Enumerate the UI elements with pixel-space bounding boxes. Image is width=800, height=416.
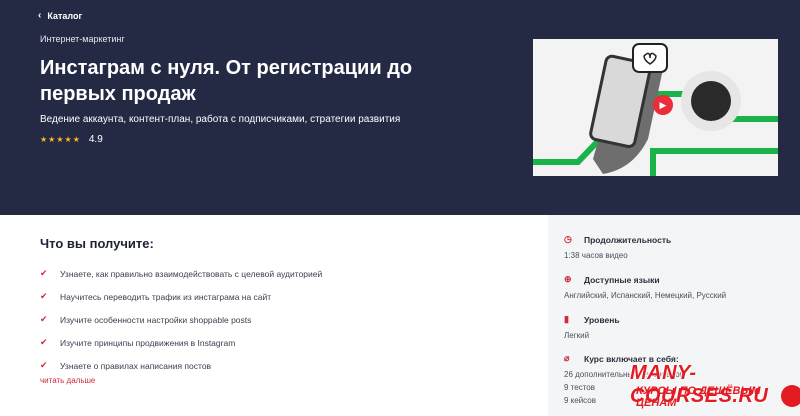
level-value: Легкий bbox=[564, 331, 590, 340]
list-item: ✔ Узнаете о правилах написания постов bbox=[40, 354, 322, 377]
chevron-left-icon: ‹ bbox=[38, 10, 42, 21]
watermark-subtitle: КУРСЫ ПО ДЕШЁВЫМ ЦЕНАМ bbox=[636, 385, 761, 409]
check-icon: ✔ bbox=[40, 314, 48, 324]
check-icon: ✔ bbox=[40, 337, 48, 347]
rating-value: 4.9 bbox=[88, 134, 103, 145]
course-rating: ★★★★★ 4.9 bbox=[40, 134, 103, 145]
list-item-text: Изучите принципы продвижения в Instagram bbox=[60, 337, 236, 348]
course-title: Инстаграм с нуля. От регистрации до перв… bbox=[40, 57, 413, 105]
back-label: Каталог bbox=[47, 10, 83, 21]
duration-label: Продолжительность bbox=[584, 234, 672, 245]
course-subtitle: Ведение аккаунта, контент-план, работа с… bbox=[40, 114, 401, 125]
list-item: ✔ Узнаете, как правильно взаимодействоват… bbox=[40, 262, 322, 285]
paperclip-icon: ⌀ bbox=[564, 353, 570, 363]
list-item-text: Узнаете, как правильно взаимодействовать… bbox=[60, 268, 323, 279]
languages-label: Доступные языки bbox=[584, 274, 660, 285]
back-to-catalog-link[interactable]: ‹ Каталог bbox=[38, 10, 82, 21]
clock-icon: ◷ bbox=[564, 234, 572, 244]
check-icon: ✔ bbox=[40, 268, 48, 278]
list-item: ✔ Изучите принципы продвижения в Instagra… bbox=[40, 331, 322, 354]
read-more-link[interactable]: читать дальше bbox=[40, 376, 95, 385]
check-icon: ✔ bbox=[40, 291, 48, 301]
globe-icon: ⊕ bbox=[564, 274, 572, 284]
what-you-get-heading: Что вы получите: bbox=[40, 236, 154, 251]
check-icon: ✔ bbox=[40, 360, 48, 370]
list-item: ✔ Научитесь переводить трафик из инстагра… bbox=[40, 285, 322, 308]
rating-stars-icon: ★★★★★ bbox=[40, 135, 81, 144]
list-item-text: Узнаете о правилах написания постов bbox=[60, 360, 212, 371]
languages-info: ⊕ Доступные языки Английский, Испанский, … bbox=[564, 274, 726, 302]
course-category: Интернет-маркетинг bbox=[40, 34, 125, 44]
duration-value: 1:38 часов видео bbox=[564, 251, 628, 260]
play-icon: ▶ bbox=[659, 99, 667, 110]
list-item-text: Научитесь переводить трафик из инстаграм… bbox=[60, 291, 272, 302]
languages-value: Английский, Испанский, Немецкий, Русский bbox=[564, 291, 727, 300]
duration-info: ◷ Продолжительность 1:38 часов видео bbox=[564, 234, 671, 262]
level-info: ▮ Уровень Легкий bbox=[564, 314, 620, 342]
level-bars-icon: ▮ bbox=[564, 314, 569, 324]
chat-button[interactable] bbox=[781, 385, 800, 407]
level-label: Уровень bbox=[584, 314, 620, 325]
what-you-get-list: ✔ Узнаете, как правильно взаимодействоват… bbox=[40, 262, 322, 377]
play-button[interactable]: ▶ bbox=[653, 95, 673, 115]
list-item: ✔ Изучите особенности настройки shoppable… bbox=[40, 308, 322, 331]
list-item-text: Изучите особенности настройки shoppable … bbox=[60, 314, 252, 325]
